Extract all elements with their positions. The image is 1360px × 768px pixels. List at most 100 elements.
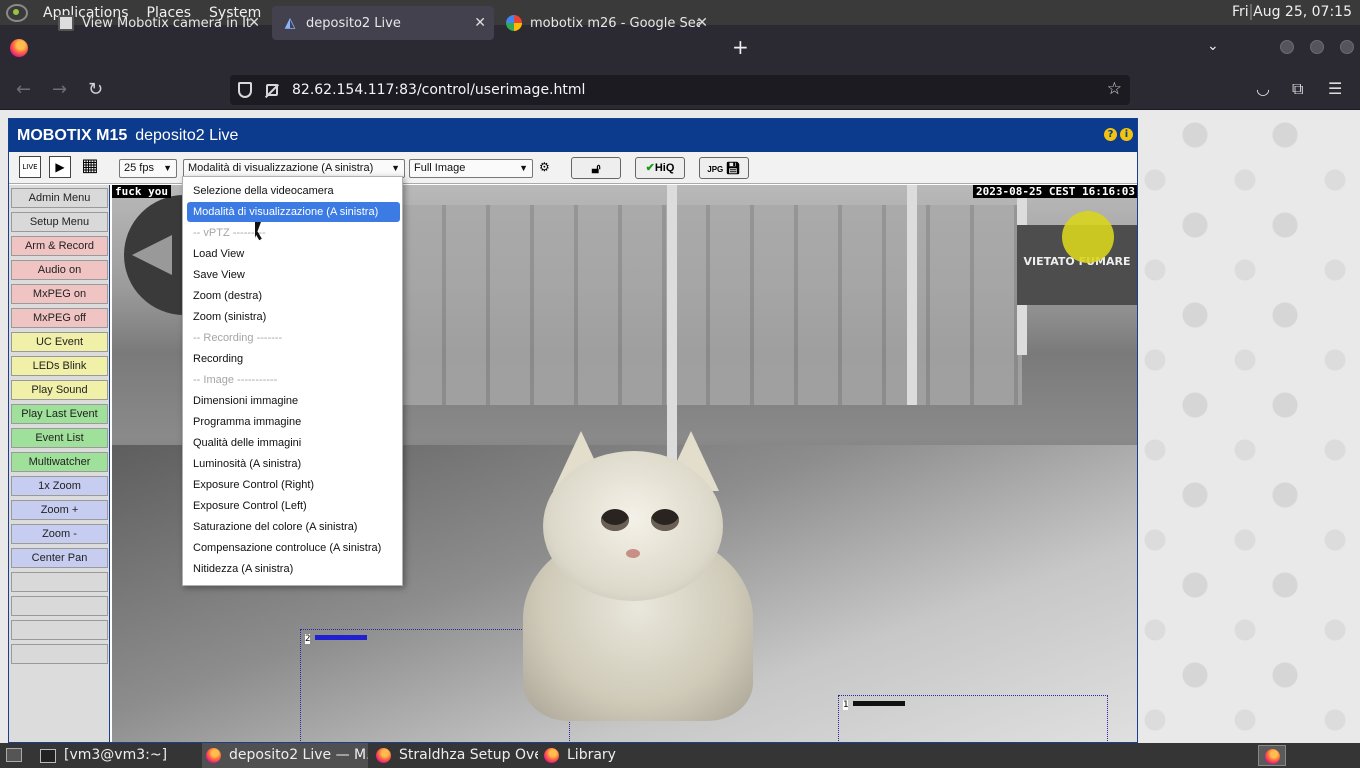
dropdown-option[interactable]: Nitidezza (A sinistra) (187, 559, 400, 579)
side-menu-button[interactable]: Play Sound (11, 380, 108, 400)
dropdown-option[interactable]: Recording (187, 349, 400, 369)
live-view-icon[interactable]: LIVE (19, 156, 41, 178)
side-menu-button[interactable]: MxPEG on (11, 284, 108, 304)
dropdown-option[interactable]: Exposure Control (Right) (187, 475, 400, 495)
side-menu-button[interactable]: Multiwatcher (11, 452, 108, 472)
side-menu-button[interactable]: Admin Menu (11, 188, 108, 208)
dropdown-option[interactable]: Qualità delle immagini (187, 433, 400, 453)
side-menu-button[interactable] (11, 620, 108, 640)
fps-select[interactable]: 25 fps ▼ (119, 159, 177, 178)
info-icon[interactable]: i (1120, 128, 1133, 141)
distro-logo-icon[interactable] (6, 3, 28, 22)
back-arrow-icon[interactable]: ← (16, 79, 31, 100)
dropdown-separator: -- Recording ------- (193, 332, 283, 344)
side-menu-button[interactable]: Zoom + (11, 500, 108, 520)
reload-icon[interactable]: ↻ (88, 79, 103, 100)
tab-deposito2-live[interactable]: ◭ deposito2 Live ✕ (272, 6, 494, 40)
dropdown-option[interactable]: Luminosità (A sinistra) (187, 454, 400, 474)
dropdown-option[interactable]: Exposure Control (Left) (187, 496, 400, 516)
dropdown-option[interactable]: Load View (187, 244, 400, 264)
maximize-window-icon[interactable] (1310, 40, 1324, 54)
hamburger-menu-icon[interactable]: ☰ (1328, 79, 1342, 98)
settings-gear-icon[interactable]: ⚙ (539, 160, 550, 174)
bottom-taskbar: [vm3@vm3:~] deposito2 Live — M... Strald… (0, 743, 1360, 768)
motion-window-label: 1 (843, 700, 849, 710)
dropdown-option[interactable]: Dimensioni immagine (187, 391, 400, 411)
firefox-view-icon[interactable] (10, 38, 28, 57)
task-library[interactable]: Library (542, 743, 662, 768)
fence-background (402, 205, 1022, 405)
dropdown-option[interactable]: Zoom (sinistra) (187, 307, 400, 327)
tab-google-search[interactable]: mobotix m26 - Google Sear ✕ (496, 6, 716, 40)
forward-arrow-icon[interactable]: → (52, 79, 67, 100)
side-menu-button[interactable] (11, 644, 108, 664)
dropdown-option[interactable]: Programma immagine (187, 412, 400, 432)
show-desktop-icon[interactable] (6, 748, 22, 762)
list-all-tabs-chevron-icon[interactable]: ⌄ (1207, 38, 1219, 54)
save-jpg-button[interactable]: JPG 💾︎ (699, 157, 749, 179)
terminal-icon (40, 748, 56, 763)
dropdown-option[interactable]: Zoom (destra) (187, 286, 400, 306)
firefox-icon (544, 748, 559, 763)
task-deposito2-live[interactable]: deposito2 Live — M... (202, 743, 368, 768)
camera-name: deposito2 Live (135, 126, 239, 144)
close-tab-icon[interactable]: ✕ (474, 15, 486, 31)
close-tab-icon[interactable]: ✕ (248, 15, 260, 31)
side-menu-button[interactable] (11, 572, 108, 592)
side-menu-button[interactable]: MxPEG off (11, 308, 108, 328)
side-menu-button[interactable]: LEDs Blink (11, 356, 108, 376)
tab-mobotix-italy[interactable]: View Mobotix camera in Ital ✕ (48, 6, 268, 40)
tray-firefox-icon[interactable] (1258, 745, 1286, 766)
tracking-protection-shield-icon[interactable] (238, 82, 252, 98)
multiview-grid-icon[interactable]: ▦ (79, 156, 101, 178)
view-mode-dropdown-list[interactable]: Selezione della videocamera Modalità di v… (182, 176, 403, 586)
play-icon[interactable]: ▶ (49, 156, 71, 178)
url-bar[interactable]: 82.62.154.117:83/control/userimage.html … (230, 75, 1130, 105)
clock[interactable]: Fri Aug 25, 07:15 (1232, 4, 1352, 20)
close-tab-icon[interactable]: ✕ (696, 15, 708, 31)
bookmark-star-icon[interactable]: ☆ (1107, 79, 1122, 99)
side-menu-button[interactable]: UC Event (11, 332, 108, 352)
task-terminal[interactable]: [vm3@vm3:~] (38, 743, 198, 768)
page-favicon-icon (58, 15, 74, 31)
chevron-down-icon: ▼ (391, 163, 400, 173)
unlock-button[interactable]: 🔓︎ (571, 157, 621, 179)
motion-window-1: 1 (838, 695, 1108, 742)
side-menu-button[interactable]: Zoom - (11, 524, 108, 544)
cat-eye (651, 509, 679, 531)
pocket-icon[interactable]: ◡ (1256, 79, 1270, 98)
new-tab-plus-icon[interactable]: + (732, 35, 749, 59)
close-window-icon[interactable] (1340, 40, 1354, 54)
side-menu-button[interactable]: Center Pan (11, 548, 108, 568)
mobotix-favicon-icon: ◭ (284, 15, 296, 31)
help-icon[interactable]: ? (1104, 128, 1117, 141)
dropdown-option[interactable]: Save View (187, 265, 400, 285)
chevron-down-icon: ▼ (519, 163, 528, 173)
side-menu-button[interactable]: Event List (11, 428, 108, 448)
minimize-window-icon[interactable] (1280, 40, 1294, 54)
check-icon: ✔ (645, 162, 655, 174)
url-text[interactable]: 82.62.154.117:83/control/userimage.html (292, 82, 585, 98)
side-menu-button[interactable]: Arm & Record (11, 236, 108, 256)
insecure-lock-icon[interactable] (266, 84, 278, 96)
dropdown-option[interactable]: Modalità di visualizzazione (A sinistra) (187, 202, 400, 222)
side-menu-button[interactable]: 1x Zoom (11, 476, 108, 496)
side-menu-button[interactable]: Play Last Event (11, 404, 108, 424)
sun-glare (1062, 211, 1114, 263)
cat-head (543, 451, 723, 601)
task-straldhza-setup[interactable]: Straldhza Setup Ove... (374, 743, 538, 768)
side-menu-button[interactable]: Audio on (11, 260, 108, 280)
dropdown-option[interactable]: Saturazione del colore (A sinistra) (187, 517, 400, 537)
firefox-icon (376, 748, 391, 763)
image-size-select[interactable]: Full Image ▼ (409, 159, 533, 178)
mobotix-toolbar: LIVE ▶ ▦ 25 fps ▼ Modalità di visualizzaz… (9, 152, 1137, 184)
hiq-button[interactable]: ✔HiQ (635, 157, 685, 179)
extensions-puzzle-icon[interactable]: ⧉ (1292, 79, 1303, 99)
side-menu-button[interactable]: Setup Menu (11, 212, 108, 232)
google-favicon-icon (506, 15, 522, 31)
side-menu-button[interactable] (11, 596, 108, 616)
dropdown-option[interactable]: Compensazione controluce (A sinistra) (187, 538, 400, 558)
dropdown-option[interactable]: Selezione della videocamera (187, 181, 400, 201)
osd-text-left: fuck you (112, 185, 171, 198)
dropdown-separator: -- vPTZ --------- (193, 227, 266, 239)
